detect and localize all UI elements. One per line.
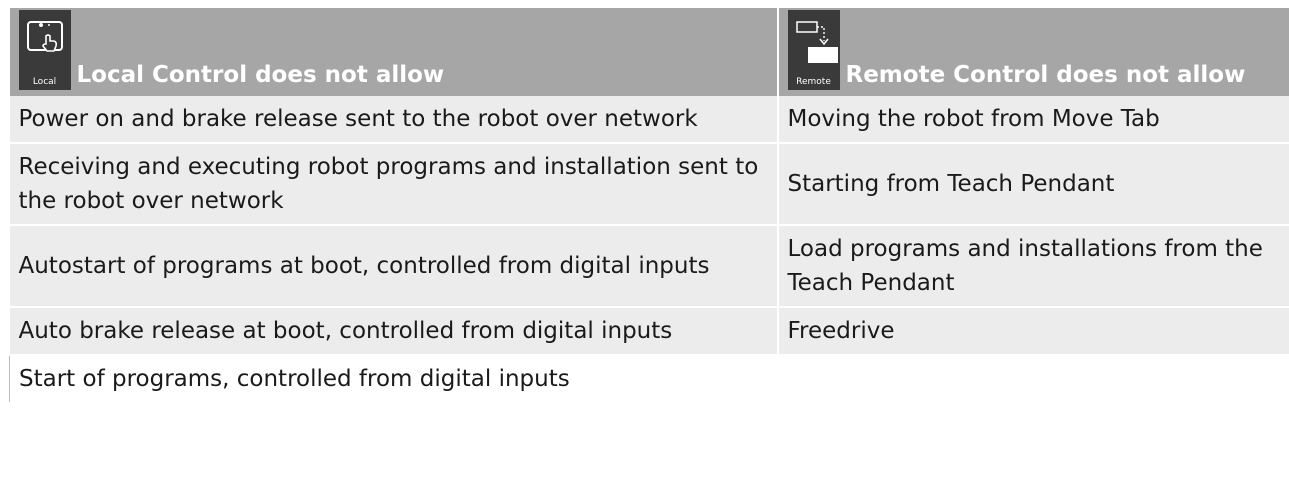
remote-restriction-cell: Starting from Teach Pendant: [777, 143, 1289, 226]
table-row: Receiving and executing robot programs a…: [9, 143, 1289, 226]
control-restrictions-table: Local Local Control does not allow Remot…: [9, 8, 1289, 402]
local-restriction-cell: Auto brake release at boot, controlled f…: [9, 307, 779, 356]
local-icon-caption: Local: [32, 77, 57, 87]
control-restrictions-table-wrapper: Local Local Control does not allow Remot…: [9, 8, 1289, 402]
remote-control-header: Remote Remote Control does not allow: [777, 8, 1289, 96]
local-control-header: Local Local Control does not allow: [9, 8, 779, 96]
remote-restriction-cell: Moving the robot from Move Tab: [777, 96, 1289, 144]
local-restriction-cell: Power on and brake release sent to the r…: [9, 96, 779, 144]
table-row: Autostart of programs at boot, controlle…: [9, 225, 1289, 308]
local-restriction-cell: Autostart of programs at boot, controlle…: [9, 225, 779, 308]
local-restriction-cell: Start of programs, controlled from digit…: [9, 355, 779, 402]
remote-restriction-cell: Load programs and installations from the…: [777, 225, 1289, 308]
remote-control-icon: Remote: [787, 10, 840, 90]
table-row: Start of programs, controlled from digit…: [9, 355, 1289, 402]
table-header-row: Local Local Control does not allow Remot…: [9, 8, 1289, 96]
remote-header-label: Remote Control does not allow: [845, 62, 1246, 88]
local-header-label: Local Control does not allow: [76, 62, 445, 88]
table-row: Auto brake release at boot, controlled f…: [9, 307, 1289, 356]
local-restriction-cell: Receiving and executing robot programs a…: [9, 143, 779, 226]
remote-restriction-cell: [777, 355, 1289, 402]
local-control-icon: Local: [18, 10, 71, 90]
remote-restriction-cell: Freedrive: [777, 307, 1289, 356]
remote-icon-caption: Remote: [796, 77, 831, 87]
table-row: Power on and brake release sent to the r…: [9, 96, 1289, 144]
